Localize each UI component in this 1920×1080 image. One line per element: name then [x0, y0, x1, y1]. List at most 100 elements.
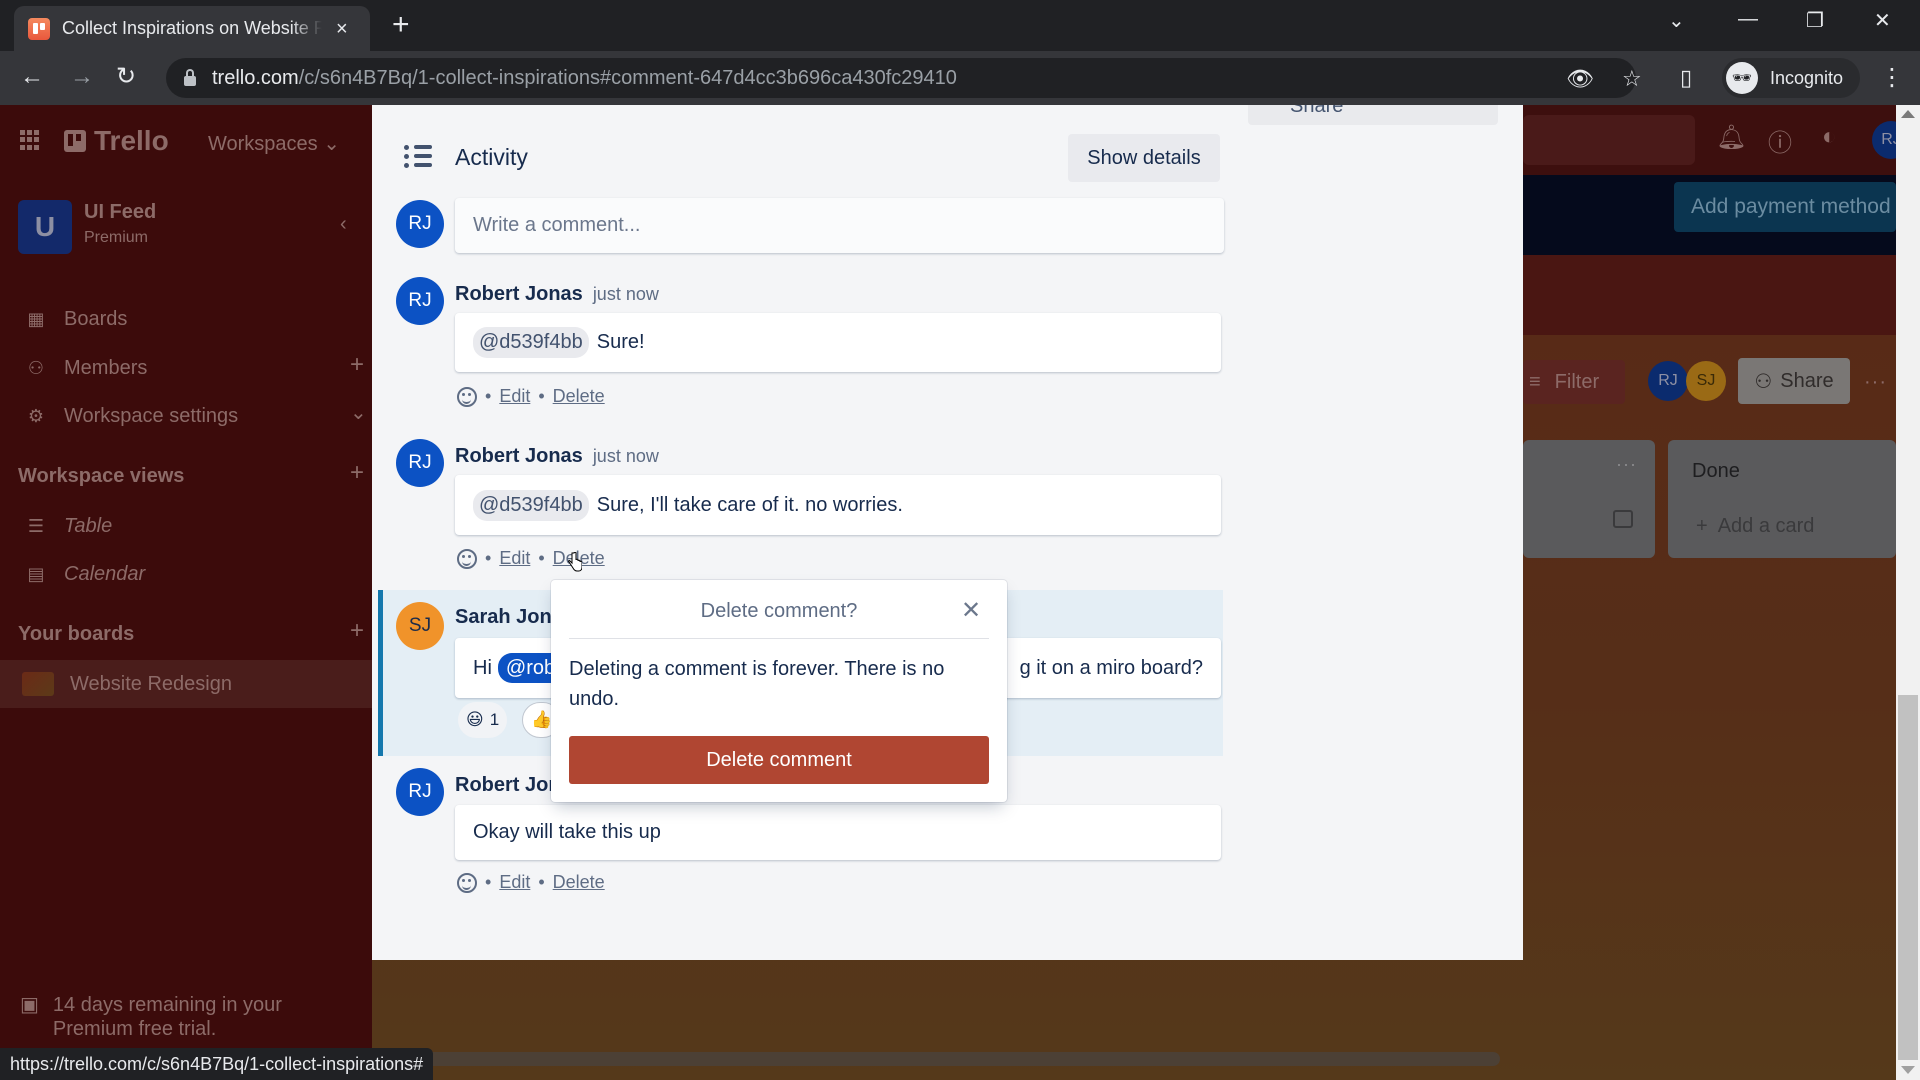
- trello-logo[interactable]: Trello: [64, 125, 169, 157]
- incognito-profile-button[interactable]: 🕶 Incognito: [1722, 58, 1860, 98]
- scroll-down-arrow-icon[interactable]: [1901, 1066, 1915, 1074]
- browser-menu-icon[interactable]: ⋮: [1880, 63, 1904, 92]
- url-text[interactable]: trello.com/c/s6n4B7Bq/1-collect-inspirat…: [212, 67, 957, 90]
- sidebar-item-label: Table: [64, 515, 113, 537]
- sidebar-item-table[interactable]: ☰ Table: [26, 515, 112, 538]
- add-reaction-icon[interactable]: [457, 386, 477, 407]
- comment-author-avatar[interactable]: RJ: [396, 277, 444, 325]
- board-member-avatar[interactable]: RJ: [1648, 361, 1688, 401]
- bookmark-star-icon[interactable]: ☆: [1622, 66, 1642, 92]
- notifications-bell-icon[interactable]: 🔔︎: [1716, 123, 1746, 152]
- sidebar-item-calendar[interactable]: ▤ Calendar: [26, 563, 145, 586]
- restore-window-icon[interactable]: ❐: [1806, 8, 1824, 33]
- separator: •: [538, 872, 545, 892]
- sidebar-item-label: Members: [64, 357, 148, 379]
- edit-comment-link[interactable]: Edit: [499, 386, 530, 407]
- comment-author[interactable]: Robert Jonas: [455, 283, 583, 305]
- eye-off-icon[interactable]: 👁: [1566, 66, 1594, 92]
- vertical-scrollbar-thumb[interactable]: [1898, 695, 1918, 1060]
- back-arrow-icon[interactable]: ←: [20, 63, 44, 91]
- confirm-delete-comment-button[interactable]: Delete comment: [569, 736, 989, 784]
- close-icon[interactable]: ✕: [961, 596, 981, 625]
- workspaces-menu[interactable]: Workspaces ⌄: [208, 131, 340, 156]
- card-share-button[interactable]: Share: [1248, 105, 1498, 125]
- minimize-window-icon[interactable]: —: [1738, 8, 1758, 31]
- reaction-smile[interactable]: 😃 1: [458, 702, 508, 738]
- sidebar-item-workspace-settings[interactable]: ⚙ Workspace settings: [26, 405, 238, 428]
- sidebar-item-members[interactable]: ⚇ Members: [26, 357, 147, 380]
- collapse-sidebar-icon[interactable]: ‹: [340, 213, 347, 236]
- trello-logo-icon: [64, 130, 86, 152]
- list-menu-icon[interactable]: ···: [1616, 454, 1637, 475]
- edit-comment-link[interactable]: Edit: [499, 872, 530, 893]
- comment-header: Robert Jonas just now: [455, 445, 659, 468]
- horizontal-scrollbar-thumb[interactable]: [380, 1052, 1500, 1066]
- sidebar-board-website-redesign[interactable]: Website Redesign: [0, 660, 372, 708]
- plus-icon: +: [1696, 515, 1708, 537]
- board-menu-icon[interactable]: ···: [1864, 371, 1887, 394]
- calendar-icon: ▤: [27, 564, 45, 584]
- comment-time[interactable]: just now: [593, 284, 659, 304]
- board-share-button[interactable]: ⚇ Share: [1738, 358, 1850, 404]
- share-label: Share: [1290, 105, 1344, 117]
- comment-author-avatar[interactable]: RJ: [396, 439, 444, 487]
- board-thumbnail: [22, 672, 54, 696]
- address-bar[interactable]: trello.com/c/s6n4B7Bq/1-collect-inspirat…: [166, 58, 1642, 98]
- add-card-label: Add a card: [1717, 515, 1815, 537]
- add-member-icon[interactable]: +: [350, 353, 364, 377]
- sidebar-item-label: Workspace settings: [64, 405, 239, 427]
- comment-author[interactable]: Robert Jonas: [455, 445, 583, 467]
- side-panel-icon[interactable]: ▯: [1680, 65, 1692, 91]
- browser-tab-active[interactable]: Collect Inspirations on Website Redesign…: [14, 6, 370, 51]
- sidebar-item-boards[interactable]: ▦ Boards: [26, 308, 127, 331]
- browser-tab-strip: Collect Inspirations on Website Redesign…: [0, 0, 1920, 51]
- delete-comment-link[interactable]: Delete: [553, 872, 605, 893]
- theme-toggle-icon[interactable]: ◐: [1822, 123, 1837, 151]
- mention-chip[interactable]: @d539f4bb: [473, 489, 589, 521]
- comment-input[interactable]: [455, 198, 1224, 253]
- comment-author-avatar[interactable]: SJ: [396, 602, 444, 650]
- scroll-up-arrow-icon[interactable]: [1901, 110, 1915, 118]
- tab-close-icon[interactable]: ×: [336, 19, 348, 39]
- delete-comment-popover: Delete comment? ✕ Deleting a comment is …: [551, 580, 1007, 802]
- mention-chip[interactable]: @d539f4bb: [473, 327, 589, 358]
- comment-text-suffix: g it on a miro board?: [1019, 656, 1203, 679]
- comment-actions: • Edit • Delete: [457, 386, 605, 407]
- add-reaction-icon[interactable]: [457, 872, 477, 893]
- comment-text: Sure!: [596, 331, 645, 353]
- add-card-button[interactable]: + Add a card: [1696, 515, 1814, 538]
- tab-search-chevron-icon[interactable]: ⌄: [1668, 8, 1685, 33]
- reload-icon[interactable]: ↻: [116, 63, 136, 91]
- add-payment-method-button[interactable]: Add payment method: [1674, 182, 1896, 232]
- comment-time[interactable]: just now: [593, 446, 659, 466]
- chevron-down-icon[interactable]: ⌄: [350, 403, 367, 423]
- workspace-sidebar: Trello Workspaces ⌄ U UI Feed Premium ‹ …: [0, 105, 372, 1080]
- close-window-icon[interactable]: ✕: [1874, 8, 1891, 33]
- help-icon[interactable]: ⓘ: [1768, 123, 1792, 158]
- add-reaction-icon[interactable]: [457, 548, 477, 569]
- comment-author-avatar[interactable]: RJ: [396, 768, 444, 816]
- activity-list-icon: [404, 144, 432, 168]
- board-member-avatar[interactable]: SJ: [1686, 361, 1726, 401]
- delete-comment-link[interactable]: Delete: [553, 386, 605, 407]
- show-details-button[interactable]: Show details: [1068, 134, 1220, 182]
- comment-actions: • Edit • Delete: [457, 548, 605, 569]
- add-board-icon[interactable]: +: [350, 619, 364, 643]
- search-field[interactable]: [1523, 115, 1695, 165]
- new-tab-button[interactable]: +: [392, 10, 410, 40]
- comment-actions: • Edit • Delete: [457, 872, 605, 893]
- add-view-icon[interactable]: +: [350, 461, 364, 485]
- app-switcher-icon[interactable]: [20, 130, 40, 150]
- edit-comment-link[interactable]: Edit: [499, 548, 530, 569]
- comment-header: Robert Jonas just now: [455, 283, 659, 306]
- forward-arrow-icon[interactable]: →: [70, 63, 94, 91]
- list-title[interactable]: Done: [1692, 460, 1740, 483]
- card-template-icon[interactable]: [1613, 510, 1633, 528]
- reaction-count: 1: [489, 710, 500, 729]
- table-icon: ☰: [27, 516, 45, 536]
- lock-icon[interactable]: [184, 69, 196, 86]
- filter-button[interactable]: ≡ Filter: [1523, 360, 1625, 404]
- current-user-avatar[interactable]: RJ: [396, 200, 444, 248]
- board-header: [1523, 255, 1896, 335]
- add-person-icon: ⚇: [1754, 370, 1773, 393]
